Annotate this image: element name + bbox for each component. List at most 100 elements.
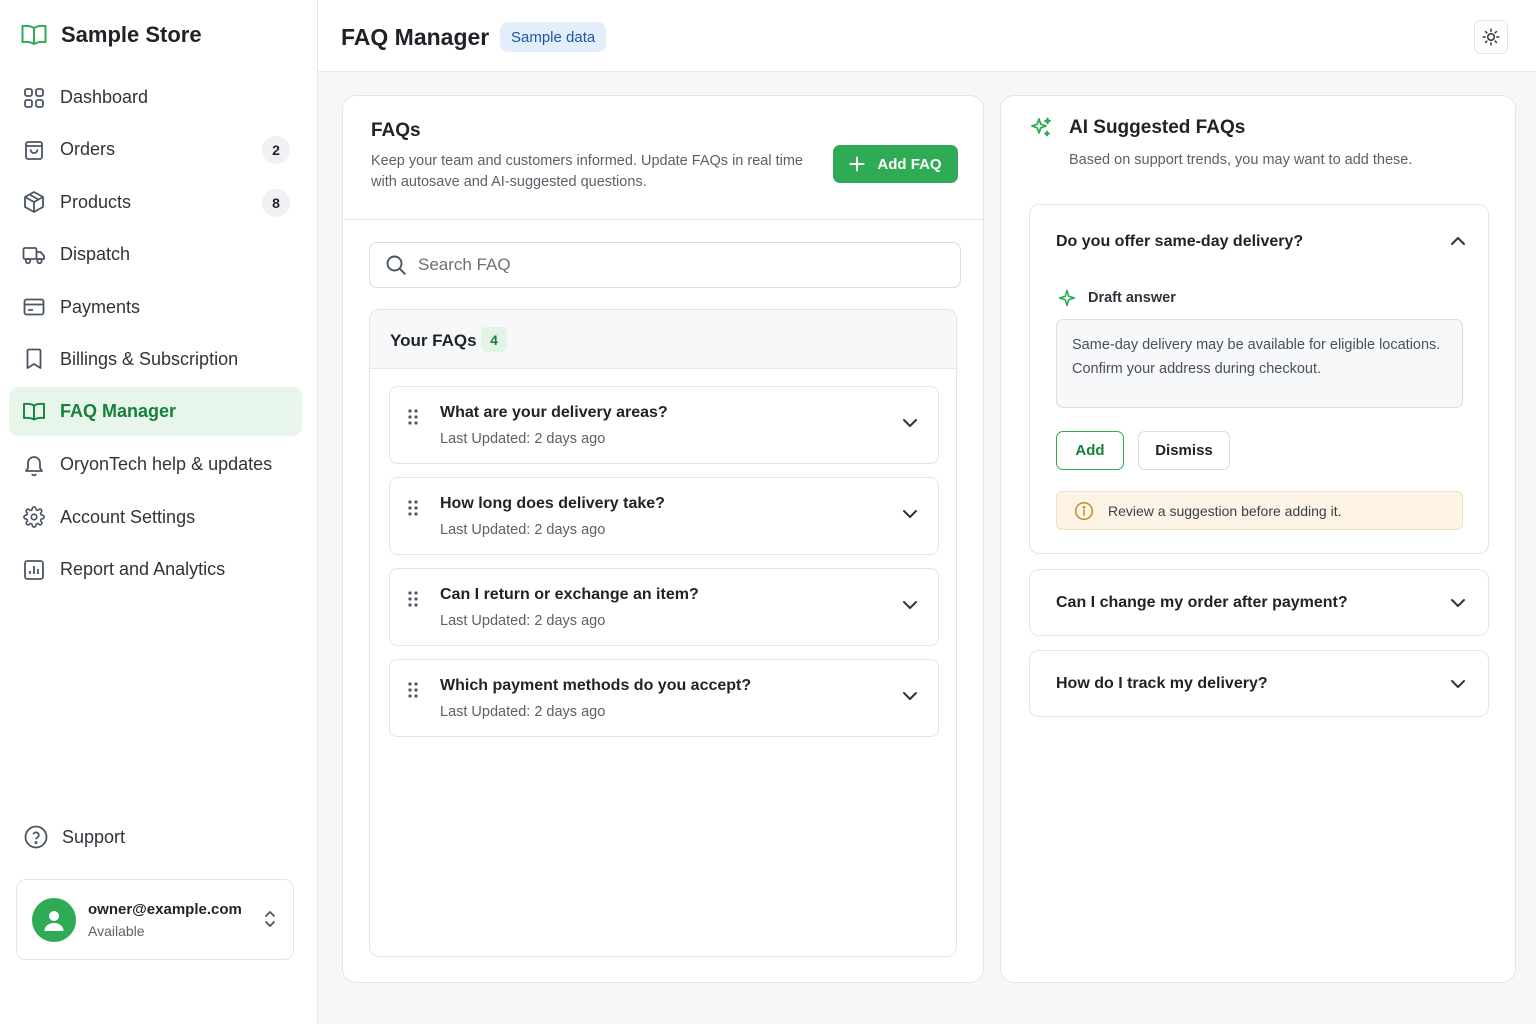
truck-icon <box>21 242 47 268</box>
plus-icon <box>849 156 865 172</box>
add-faq-button[interactable]: Add FAQ <box>833 145 958 183</box>
suggestion-expanded: Do you offer same-day delivery? Draft an… <box>1029 204 1489 554</box>
dismiss-suggestion-button[interactable]: Dismiss <box>1138 431 1230 470</box>
ai-panel-header: AI Suggested FAQs <box>1029 116 1245 140</box>
faq-item[interactable]: What are your delivery areas? Last Updat… <box>389 386 939 464</box>
sidebar-item-label: FAQ Manager <box>60 401 177 422</box>
sidebar-item-label: Billings & Subscription <box>60 348 239 369</box>
gear-icon <box>21 504 47 530</box>
faq-last-updated: Last Updated: 2 days ago <box>440 704 606 720</box>
book-open-icon <box>21 399 47 425</box>
faq-item[interactable]: Can I return or exchange an item? Last U… <box>389 568 939 646</box>
sidebar-item-label: Account Settings <box>60 506 196 527</box>
sidebar-item-billings[interactable]: Billings & Subscription <box>9 335 302 384</box>
sidebar-item-payments[interactable]: Payments <box>9 283 302 332</box>
faq-item[interactable]: Which payment methods do you accept? Las… <box>389 659 939 737</box>
sparkle-icon <box>1058 289 1076 307</box>
page-title: FAQ Manager <box>341 24 490 50</box>
drag-handle-icon[interactable] <box>407 590 419 608</box>
draft-answer-textarea[interactable]: Same-day delivery may be available for e… <box>1056 319 1463 408</box>
chevron-down-icon[interactable] <box>902 600 918 610</box>
sidebar-item-label: Payments <box>60 296 141 317</box>
sidebar: Sample Store Dashboard Orders 2 Products… <box>0 0 318 1024</box>
faq-item[interactable]: How long does delivery take? Last Update… <box>389 477 939 555</box>
bell-icon <box>21 452 47 478</box>
help-circle-icon <box>24 825 48 849</box>
drag-handle-icon[interactable] <box>407 681 419 699</box>
search-icon <box>385 254 407 276</box>
theme-toggle-button[interactable] <box>1474 20 1508 54</box>
draft-answer-label: Draft answer <box>1088 290 1176 306</box>
info-icon <box>1074 501 1094 521</box>
chevron-down-icon[interactable] <box>1450 598 1466 608</box>
review-notice: Review a suggestion before adding it. <box>1056 491 1463 530</box>
sidebar-item-label: Dispatch <box>60 244 131 265</box>
faq-list-header: Your FAQs 4 <box>370 310 956 369</box>
faq-panel: FAQs Keep your team and customers inform… <box>342 95 984 983</box>
sparkles-icon <box>1029 116 1053 140</box>
package-icon <box>21 189 47 215</box>
search-field[interactable] <box>369 242 961 288</box>
faq-panel-description: Keep your team and customers informed. U… <box>371 153 803 190</box>
sidebar-item-label: Products <box>60 191 132 212</box>
avatar <box>32 897 76 942</box>
chevron-up-icon[interactable] <box>1450 236 1466 246</box>
ai-panel-description: Based on support trends, you may want to… <box>1069 152 1413 168</box>
suggestion-question: Do you offer same-day delivery? <box>1056 233 1304 250</box>
chevron-down-icon[interactable] <box>902 691 918 701</box>
sidebar-item-report-analytics[interactable]: Report and Analytics <box>9 545 302 594</box>
faq-last-updated: Last Updated: 2 days ago <box>440 522 606 538</box>
sidebar-item-dispatch[interactable]: Dispatch <box>9 230 302 279</box>
user-email: owner@example.com <box>88 900 242 918</box>
sample-data-badge: Sample data <box>500 22 607 52</box>
brand[interactable]: Sample Store <box>21 22 202 48</box>
faq-last-updated: Last Updated: 2 days ago <box>440 613 606 629</box>
sun-icon <box>1482 28 1500 46</box>
user-menu[interactable]: owner@example.com Available <box>16 879 294 960</box>
user-status: Available <box>88 922 145 939</box>
add-suggestion-button[interactable]: Add <box>1056 431 1124 470</box>
drag-handle-icon[interactable] <box>407 499 419 517</box>
drag-handle-icon[interactable] <box>407 408 419 426</box>
suggestion-question: How do I track my delivery? <box>1056 675 1268 692</box>
sidebar-item-label: Orders <box>60 139 116 160</box>
sidebar-item-account-settings[interactable]: Account Settings <box>9 493 302 542</box>
bookmark-icon <box>21 346 47 372</box>
chevron-up-down-icon <box>263 908 277 930</box>
user-info: owner@example.com Available <box>88 901 242 939</box>
chevron-down-icon[interactable] <box>1450 679 1466 689</box>
sidebar-item-products[interactable]: Products 8 <box>9 178 302 227</box>
faq-question: Which payment methods do you accept? <box>440 677 752 694</box>
sidebar-item-label: Report and Analytics <box>60 559 226 580</box>
sidebar-item-orders[interactable]: Orders 2 <box>9 125 302 174</box>
sidebar-item-help-updates[interactable]: OryonTech help & updates <box>9 440 302 489</box>
ai-suggestions-panel: AI Suggested FAQs Based on support trend… <box>1000 95 1516 983</box>
sidebar-item-dashboard[interactable]: Dashboard <box>9 73 302 122</box>
faq-question: Can I return or exchange an item? <box>440 586 699 603</box>
support-label: Support <box>62 826 126 847</box>
brand-name: Sample Store <box>61 22 202 47</box>
chevron-down-icon[interactable] <box>902 418 918 428</box>
review-notice-text: Review a suggestion before adding it. <box>1108 502 1342 519</box>
faq-question: How long does delivery take? <box>440 495 665 512</box>
suggestion-question: Can I change my order after payment? <box>1056 594 1348 611</box>
sidebar-item-faq-manager[interactable]: FAQ Manager <box>9 387 302 437</box>
sidebar-item-label: OryonTech help & updates <box>60 454 273 475</box>
faq-list: Your FAQs 4 What are your delivery areas… <box>369 309 957 957</box>
suggestion-collapsed[interactable]: How do I track my delivery? <box>1029 650 1489 717</box>
count-badge: 2 <box>262 136 290 165</box>
draft-label-row: Draft answer <box>1058 289 1176 307</box>
support-link[interactable]: Support <box>24 825 125 849</box>
book-open-icon <box>21 24 47 46</box>
faq-panel-title: FAQs <box>371 120 421 141</box>
ai-panel-title: AI Suggested FAQs <box>1069 117 1246 138</box>
bar-chart-icon <box>21 557 47 583</box>
divider <box>343 219 983 220</box>
add-faq-label: Add FAQ <box>877 155 942 173</box>
faq-question: What are your delivery areas? <box>440 404 668 421</box>
count-badge: 8 <box>262 188 290 217</box>
search-input[interactable] <box>418 255 918 275</box>
top-header: FAQ Manager Sample data <box>318 0 1536 72</box>
suggestion-collapsed[interactable]: Can I change my order after payment? <box>1029 569 1489 636</box>
chevron-down-icon[interactable] <box>902 509 918 519</box>
